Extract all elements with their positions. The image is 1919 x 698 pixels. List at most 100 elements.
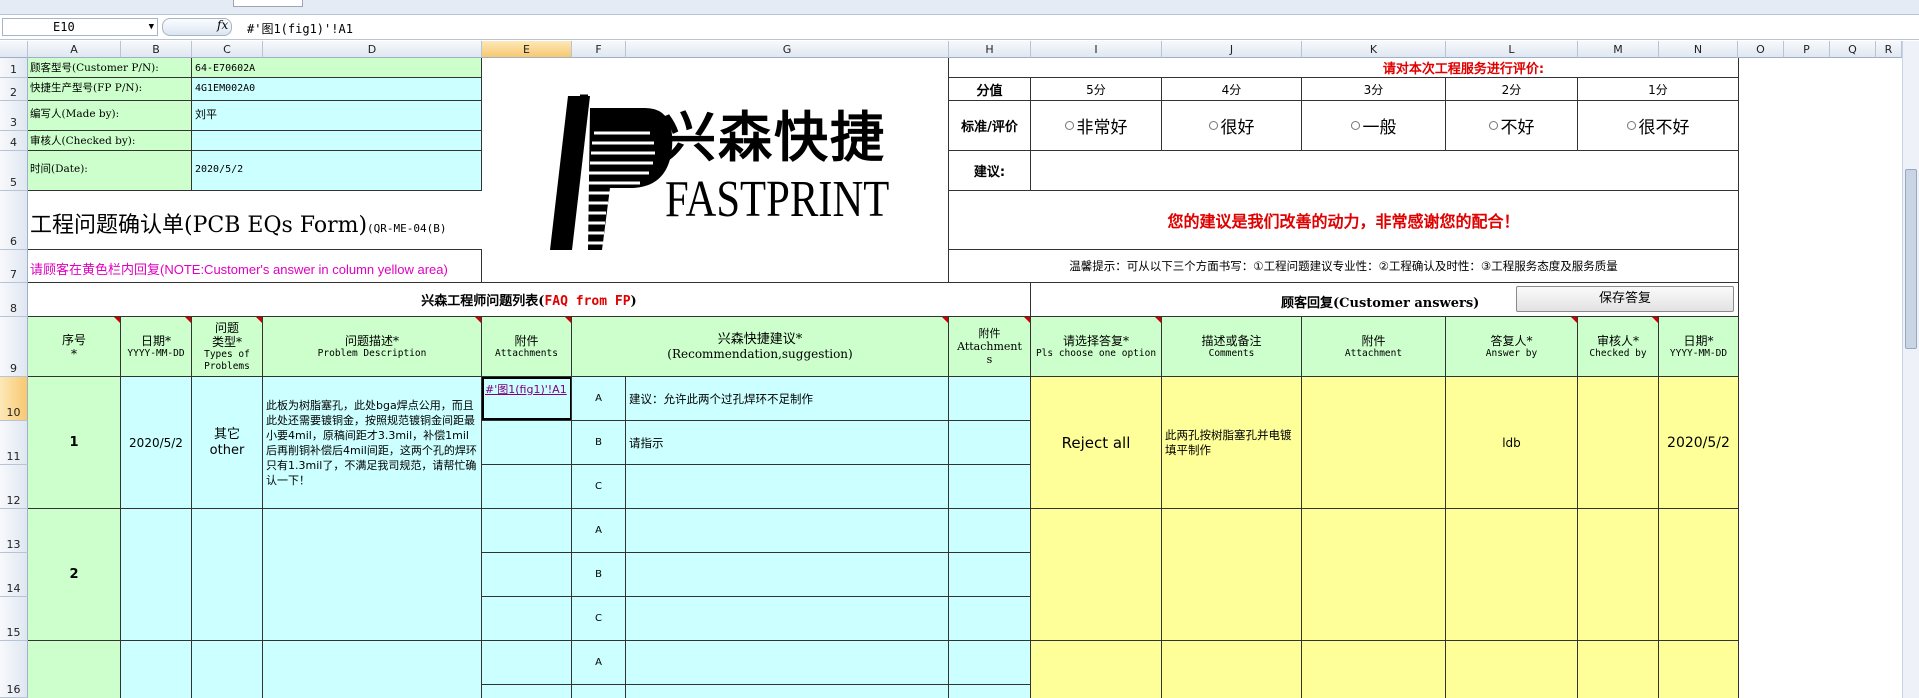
radio-icon[interactable] xyxy=(1626,121,1636,130)
name-box[interactable]: E10 ▼ xyxy=(2,18,158,36)
rating-option-1[interactable]: 很不好 xyxy=(1578,101,1739,151)
option-text[interactable] xyxy=(626,597,949,641)
answer-date-cell[interactable] xyxy=(1659,641,1739,698)
attachment-cell[interactable] xyxy=(482,509,572,553)
date-value[interactable]: 2020/5/2 xyxy=(192,151,482,191)
column-header-e[interactable]: E xyxy=(482,41,572,58)
fx-icon[interactable]: fx xyxy=(217,18,228,32)
column-header-d[interactable]: D xyxy=(263,41,482,58)
row-header-10[interactable]: 10 xyxy=(0,377,28,421)
row-header-7[interactable]: 7 xyxy=(0,250,28,283)
column-header-h[interactable]: H xyxy=(949,41,1031,58)
vertical-scrollbar[interactable] xyxy=(1902,41,1919,698)
scrollbar-thumb[interactable] xyxy=(1905,169,1917,349)
problem-description-cell[interactable]: 此板为树脂塞孔，此处bga焊点公用，而且此处还需要镀铜金，按照规范镀铜金间距最小… xyxy=(263,377,482,509)
attachment-cell[interactable] xyxy=(482,465,572,509)
attachment2-cell[interactable] xyxy=(949,465,1031,509)
option-text[interactable] xyxy=(626,685,949,698)
row-header-11[interactable]: 11 xyxy=(0,421,28,465)
answer-select[interactable]: Reject all xyxy=(1031,377,1162,509)
attachment-link-cell[interactable]: #'图1(fig1)'!A1 xyxy=(482,377,572,421)
comments-cell[interactable]: 此两孔按树脂塞孔并电镀填平制作 xyxy=(1162,377,1302,509)
answer-select[interactable] xyxy=(1031,641,1162,698)
column-header-n[interactable]: N xyxy=(1659,41,1738,58)
rating-option-5[interactable]: 非常好 xyxy=(1031,101,1162,151)
option-text[interactable]: 建议：允许此两个过孔焊环不足制作 xyxy=(626,377,949,421)
column-header-k[interactable]: K xyxy=(1302,41,1446,58)
row-header-3[interactable]: 3 xyxy=(0,101,28,131)
attachment2-cell[interactable] xyxy=(949,685,1031,698)
fp-pn-value[interactable]: 4G1EM002A0 xyxy=(192,78,482,101)
toolbar-button[interactable] xyxy=(233,0,303,7)
comments-cell[interactable] xyxy=(1162,641,1302,698)
problem-type[interactable] xyxy=(192,641,263,698)
column-header-o[interactable]: O xyxy=(1738,41,1784,58)
column-header-p[interactable]: P xyxy=(1784,41,1830,58)
attachment2-cell[interactable] xyxy=(949,553,1031,597)
attachment2-cell[interactable] xyxy=(949,421,1031,465)
made-by-value[interactable]: 刘平 xyxy=(192,101,482,131)
checked-by-cell[interactable] xyxy=(1578,377,1659,509)
row-header-16[interactable]: 16 xyxy=(0,641,28,698)
problem-description-cell[interactable] xyxy=(263,509,482,641)
radio-icon[interactable] xyxy=(1064,121,1074,130)
problem-date[interactable]: 2020/5/2 xyxy=(121,377,192,509)
row-header-13[interactable]: 13 xyxy=(0,509,28,553)
column-header-j[interactable]: J xyxy=(1162,41,1302,58)
column-header-f[interactable]: F xyxy=(572,41,626,58)
column-header-b[interactable]: B xyxy=(121,41,192,58)
answer-attachment-cell[interactable] xyxy=(1302,641,1446,698)
problem-date[interactable] xyxy=(121,641,192,698)
problem-description-cell[interactable] xyxy=(263,641,482,698)
rating-option-4[interactable]: 很好 xyxy=(1162,101,1302,151)
row-header-2[interactable]: 2 xyxy=(0,78,28,101)
problem-type[interactable] xyxy=(192,509,263,641)
chevron-down-icon[interactable]: ▼ xyxy=(149,19,154,35)
column-header-m[interactable]: M xyxy=(1578,41,1659,58)
select-all-corner[interactable] xyxy=(0,41,28,58)
attachment-cell[interactable] xyxy=(482,553,572,597)
answer-date-cell[interactable]: 2020/5/2 xyxy=(1659,377,1739,509)
attachment-cell[interactable] xyxy=(482,641,572,685)
column-header-a[interactable]: A xyxy=(28,41,121,58)
attachment-cell[interactable] xyxy=(482,421,572,465)
row-header-14[interactable]: 14 xyxy=(0,553,28,597)
row-header-12[interactable]: 12 xyxy=(0,465,28,509)
answer-by-cell[interactable] xyxy=(1446,509,1578,641)
row-header-8[interactable]: 8 xyxy=(0,283,28,317)
attachment2-cell[interactable] xyxy=(949,377,1031,421)
problem-seq[interactable]: 2 xyxy=(28,509,121,641)
option-text[interactable]: 请指示 xyxy=(626,421,949,465)
attachment-cell[interactable] xyxy=(482,597,572,641)
rating-option-2[interactable]: 不好 xyxy=(1446,101,1578,151)
radio-icon[interactable] xyxy=(1208,121,1218,130)
attachment2-cell[interactable] xyxy=(949,641,1031,685)
radio-icon[interactable] xyxy=(1350,121,1360,130)
option-text[interactable] xyxy=(626,641,949,685)
checked-by-cell[interactable] xyxy=(1578,641,1659,698)
answer-attachment-cell[interactable] xyxy=(1302,377,1446,509)
option-text[interactable] xyxy=(626,509,949,553)
row-header-5[interactable]: 5 xyxy=(0,151,28,191)
attachment2-cell[interactable] xyxy=(949,509,1031,553)
checked-by-cell[interactable] xyxy=(1578,509,1659,641)
answer-date-cell[interactable] xyxy=(1659,509,1739,641)
save-answer-button[interactable]: 保存答复 xyxy=(1516,286,1734,312)
rating-option-3[interactable]: 一般 xyxy=(1302,101,1446,151)
problem-date[interactable] xyxy=(121,509,192,641)
answer-attachment-cell[interactable] xyxy=(1302,509,1446,641)
comments-cell[interactable] xyxy=(1162,509,1302,641)
answer-select[interactable] xyxy=(1031,509,1162,641)
radio-icon[interactable] xyxy=(1488,121,1498,130)
customer-pn-value[interactable]: 64-E70602A xyxy=(192,58,482,78)
column-header-c[interactable]: C xyxy=(192,41,263,58)
column-header-r[interactable]: R xyxy=(1876,41,1902,58)
row-header-4[interactable]: 4 xyxy=(0,131,28,151)
column-header-g[interactable]: G xyxy=(626,41,949,58)
answer-by-cell[interactable] xyxy=(1446,641,1578,698)
row-header-15[interactable]: 15 xyxy=(0,597,28,641)
problem-type[interactable]: 其它 other xyxy=(192,377,263,509)
formula-input[interactable]: #'图1(fig1)'!A1 xyxy=(247,20,353,37)
checked-by-value[interactable] xyxy=(192,131,482,151)
column-header-l[interactable]: L xyxy=(1446,41,1578,58)
